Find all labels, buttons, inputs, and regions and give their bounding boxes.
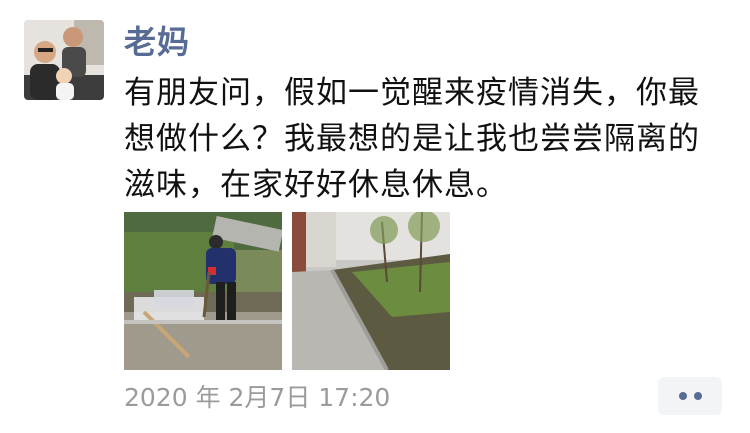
photo-person-sweeping[interactable] — [124, 212, 282, 370]
moments-post: 老妈 有朋友问，假如一觉醒来疫情消失，你最想做什么？我最想的是让我也尝尝隔离的滋… — [0, 0, 750, 433]
post-text: 有朋友问，假如一觉醒来疫情消失，你最想做什么？我最想的是让我也尝尝隔离的滋味，在… — [124, 75, 700, 203]
photo-image — [292, 212, 450, 370]
ellipsis-icon — [678, 392, 687, 400]
avatar-photo — [24, 20, 104, 100]
avatar[interactable] — [24, 20, 104, 100]
photo-courtyard-garden[interactable] — [292, 212, 450, 370]
author-name[interactable]: 老妈 — [124, 20, 190, 64]
post-timestamp: 2020 年 2月7日 17:20 — [124, 383, 391, 412]
ellipsis-icon — [693, 392, 702, 400]
more-actions-button[interactable] — [658, 377, 722, 415]
photo-image — [124, 212, 282, 370]
